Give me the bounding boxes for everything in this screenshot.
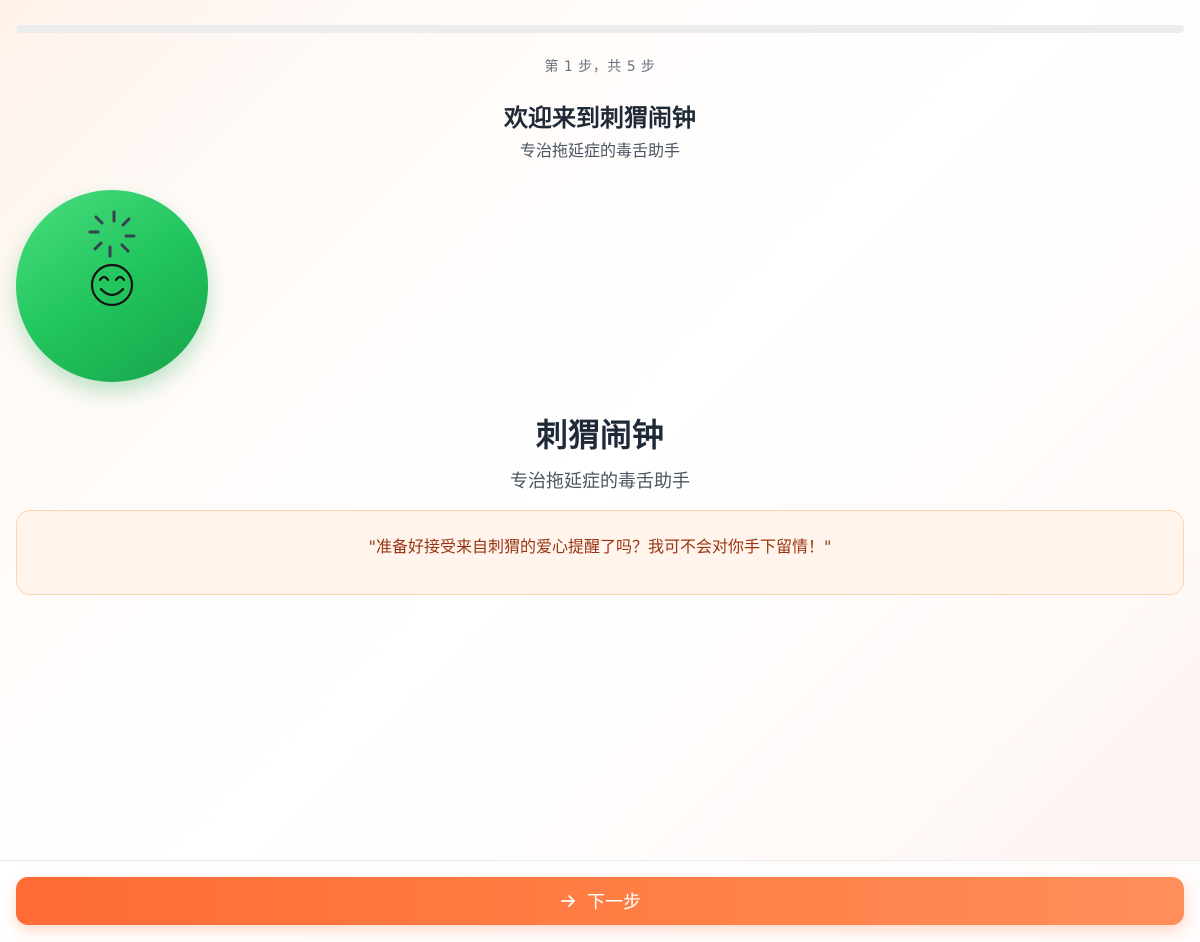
arrow-right-icon [561, 895, 575, 907]
next-button[interactable]: 下一步 [16, 877, 1184, 925]
page-subtitle: 专治拖延症的毒舌助手 [519, 141, 680, 160]
step-indicator: 第 1 步，共 5 步 [544, 59, 656, 75]
hedgehog-mascot-icon [88, 210, 136, 307]
app-tagline: 专治拖延症的毒舌助手 [510, 471, 690, 492]
page-title: 欢迎来到刺猬闹钟 [504, 104, 696, 132]
hedgehog-mascot [16, 190, 208, 382]
progress-bar [16, 25, 1184, 33]
quote-text: "准备好接受来自刺猬的爱心提醒了吗？我可不会对你手下留情！" [368, 537, 832, 556]
quote-card: "准备好接受来自刺猬的爱心提醒了吗？我可不会对你手下留情！" [16, 510, 1184, 595]
smiling-face-icon [90, 263, 134, 307]
spinner-icon [88, 210, 136, 258]
next-button-label: 下一步 [587, 892, 641, 913]
app-name: 刺猬闹钟 [535, 416, 664, 454]
